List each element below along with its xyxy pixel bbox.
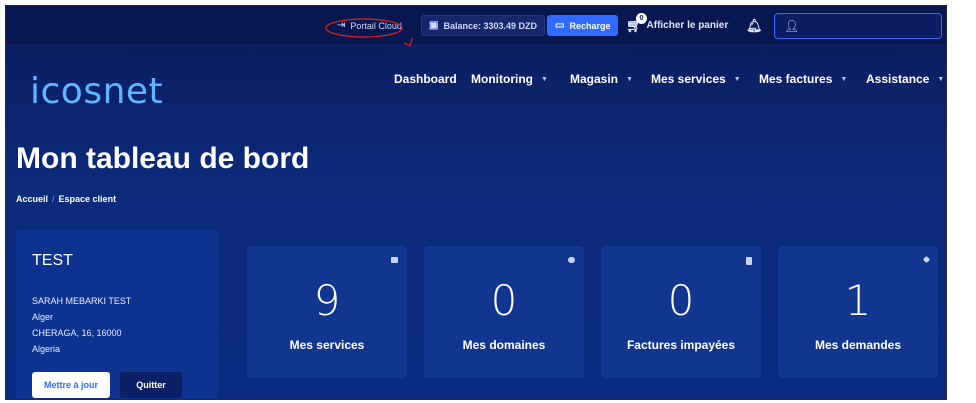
- update-profile-button[interactable]: Mettre à jour: [32, 372, 110, 398]
- balance-button[interactable]: ▣ Balance: 3303.49 DZD: [421, 15, 545, 36]
- next-section-strip: [246, 398, 946, 399]
- breadcrumb-accueil[interactable]: Accueil: [16, 194, 48, 204]
- breadcrumb: Accueil / Espace client: [16, 194, 116, 204]
- stat-value: 0: [490, 276, 518, 325]
- stat-label: Factures impayées: [626, 338, 736, 352]
- profile-name: TEST: [32, 252, 73, 269]
- invoice-icon: [746, 257, 752, 265]
- icosnet-logo[interactable]: icosnet: [30, 71, 163, 112]
- top-bar: ⇥ Portail Cloud ▣ Balance: 3303.49 DZD ▭…: [6, 6, 946, 44]
- profile-address: CHERAGA, 16, 16000: [32, 328, 122, 338]
- credit-card-icon: ▭: [555, 20, 565, 31]
- chevron-down-icon: ▼: [733, 75, 741, 83]
- stat-card-factures[interactable]: 0 Factures impayées: [601, 246, 761, 378]
- user-icon: 👤︎: [784, 19, 800, 33]
- recharge-button[interactable]: ▭ Recharge: [547, 15, 619, 36]
- stat-label: Mes demandes: [814, 338, 902, 352]
- stat-card-services[interactable]: 9 Mes services: [247, 246, 407, 378]
- wallet-icon: ▣: [429, 20, 439, 31]
- nav-dashboard[interactable]: Dashboard: [394, 72, 457, 86]
- cart-count-badge: 0: [636, 12, 647, 24]
- stat-label: Mes services: [289, 338, 365, 352]
- nav-monitoring[interactable]: Monitoring ▼: [471, 72, 548, 86]
- balance-label: Balance: 3303.49 DZD: [443, 20, 537, 31]
- cart-icon: 🛒︎ 0: [626, 12, 647, 34]
- nav-assistance[interactable]: Assistance ▼: [866, 72, 944, 86]
- cart-link[interactable]: 🛒︎ 0 Afficher le panier: [626, 12, 729, 36]
- tag-icon: [922, 255, 931, 264]
- chevron-down-icon: ▼: [840, 75, 848, 83]
- nav-mes-factures-label: Mes factures: [759, 72, 833, 86]
- profile-fullname: SARAH MEBARKI TEST: [32, 296, 132, 306]
- stat-value: 0: [667, 276, 695, 325]
- breadcrumb-espace-client: Espace client: [58, 194, 117, 204]
- stat-card-demandes[interactable]: 1 Mes demandes: [778, 246, 938, 378]
- nav-monitoring-label: Monitoring: [471, 72, 533, 86]
- nav-assistance-label: Assistance: [866, 72, 930, 86]
- profile-country: Algeria: [32, 344, 61, 354]
- bell-icon[interactable]: 🔔︎: [746, 15, 763, 36]
- stat-card-domaines[interactable]: 0 Mes domaines: [424, 246, 584, 378]
- cart-label: Afficher le panier: [646, 20, 729, 31]
- profile-city: Alger: [32, 312, 54, 322]
- nav-mes-factures[interactable]: Mes factures ▼: [759, 72, 847, 86]
- nav-magasin-label: Magasin: [570, 72, 619, 86]
- browser-viewport: ⇥ Portail Cloud ▣ Balance: 3303.49 DZD ▭…: [5, 5, 947, 400]
- chevron-down-icon: ▼: [626, 75, 633, 83]
- quit-button[interactable]: Quitter: [120, 372, 182, 398]
- server-icon: [391, 257, 398, 263]
- chevron-down-icon: ▼: [937, 75, 945, 83]
- annotation-circle-arrow: [325, 18, 413, 47]
- stat-label: Mes domaines: [462, 338, 546, 352]
- profile-card: TEST SARAH MEBARKI TEST Alger CHERAGA, 1…: [16, 230, 218, 399]
- chevron-down-icon: ▼: [540, 75, 548, 83]
- user-menu[interactable]: 👤︎: [774, 13, 942, 39]
- breadcrumb-separator: /: [52, 194, 55, 204]
- page-title: Mon tableau de bord: [16, 142, 310, 175]
- stat-value: 1: [844, 276, 872, 325]
- stat-value: 9: [313, 276, 341, 325]
- nav-dashboard-label: Dashboard: [394, 72, 457, 86]
- nav-magasin[interactable]: Magasin ▼: [570, 72, 633, 86]
- recharge-label: Recharge: [569, 20, 611, 31]
- globe-icon: [568, 257, 575, 263]
- nav-mes-services[interactable]: Mes services ▼: [651, 72, 741, 86]
- nav-mes-services-label: Mes services: [651, 72, 726, 86]
